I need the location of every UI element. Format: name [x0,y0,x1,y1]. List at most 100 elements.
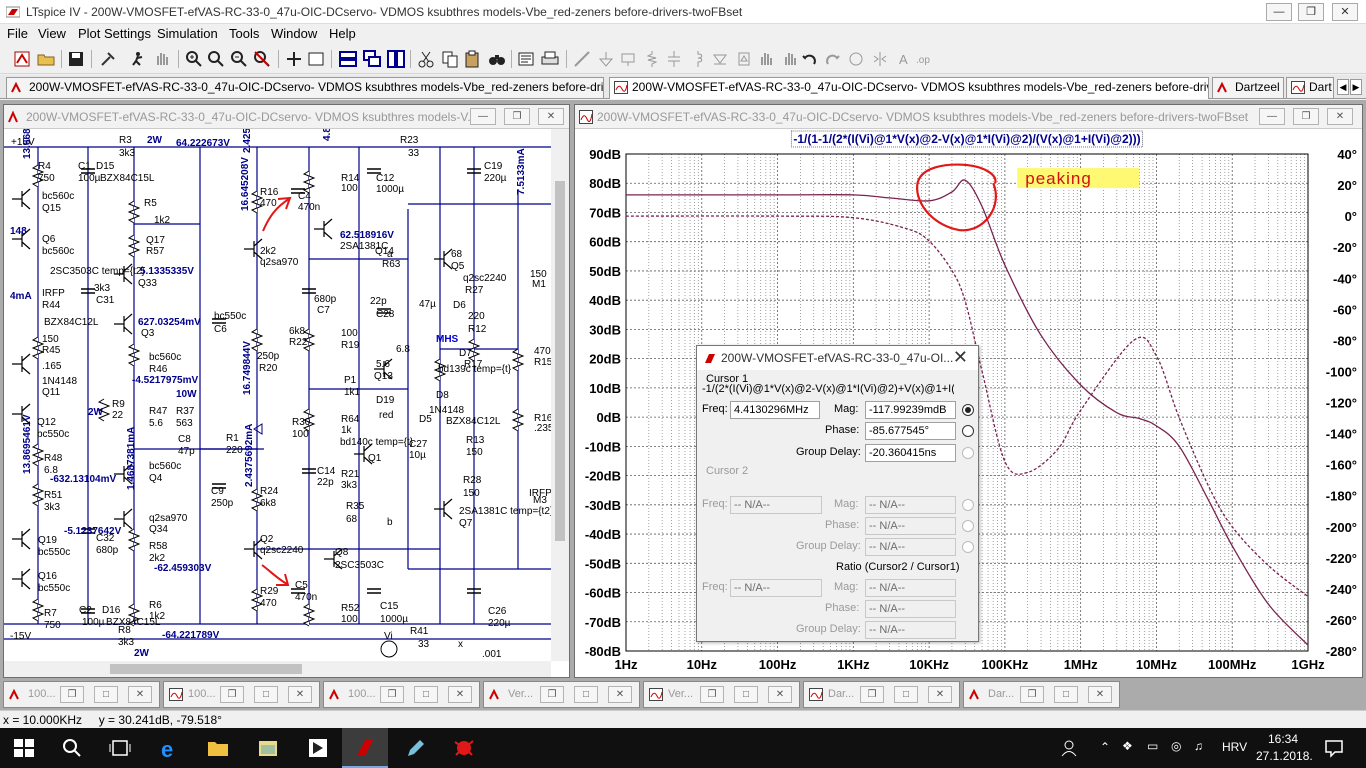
menu-help[interactable]: Help [329,26,356,41]
resistor-icon[interactable] [642,49,662,69]
tab-schematic[interactable]: 200W-VMOSFET-efVAS-RC-33-0_47u-OIC-DCser… [6,77,604,98]
cursor1-phase-field[interactable]: -85.677545° [865,422,956,440]
cursor1-mag-field[interactable]: -117.99239mdB [865,401,956,419]
schematic-canvas[interactable]: +15V R33k32W 64.222673V R2333R4750C1 D15100µ… [4,129,551,661]
halt-hand-icon[interactable] [152,49,172,69]
pan-icon[interactable] [206,49,226,69]
diode-icon[interactable] [710,49,730,69]
close-button[interactable]: ✕ [1332,3,1358,21]
tab-dart[interactable]: Dart [1286,77,1334,98]
waveform-restore-button[interactable]: ❐ [1293,108,1319,125]
people-icon[interactable] [1059,736,1083,760]
tile-horizontal-icon[interactable] [338,49,358,69]
close-button[interactable]: ✕ [768,686,792,703]
volume-icon[interactable]: ♫ [1194,739,1203,753]
minimized-window[interactable]: 100... ❐ □ ✕ [3,681,160,708]
control-panel-icon[interactable] [98,49,118,69]
restore-button[interactable]: ❐ [380,686,404,703]
tab-scroll-right-button[interactable]: ▶ [1350,79,1362,95]
maximize-button[interactable]: □ [894,686,918,703]
show-hidden-icons-icon[interactable]: ⌃ [1100,740,1110,754]
clock-time[interactable]: 16:34 [1268,732,1298,746]
rotate-icon[interactable] [846,49,866,69]
tab-plot[interactable]: 200W-VMOSFET-efVAS-RC-33-0_47u-OIC-DCser… [609,77,1209,99]
maximize-button[interactable]: □ [1054,686,1078,703]
maximize-button[interactable]: □ [414,686,438,703]
minimized-window[interactable]: 100... ❐ □ ✕ [163,681,320,708]
save-icon[interactable] [66,49,86,69]
label-net-icon[interactable] [618,49,638,69]
file-explorer-icon[interactable] [206,736,230,760]
cut-icon[interactable] [416,49,436,69]
restore-button[interactable]: ❐ [700,686,724,703]
print-icon[interactable] [540,49,560,69]
move-hand-icon[interactable] [756,49,776,69]
cascade-windows-icon[interactable] [362,49,382,69]
trace-expression[interactable]: -1/(1-1/(2*(I(Vi)@1*V(x)@2-V(x)@1*I(Vi)@… [793,132,1140,146]
menu-simulation[interactable]: Simulation [157,26,218,41]
find-icon[interactable] [487,49,507,69]
red-splash-app-icon[interactable] [452,736,476,760]
media-app-icon[interactable] [306,736,330,760]
restore-button[interactable]: ❐ [1298,3,1324,21]
inductor-icon[interactable] [688,49,708,69]
restore-button[interactable]: ❐ [60,686,84,703]
tab-scroll-left-button[interactable]: ◀ [1337,79,1349,95]
menu-file[interactable]: File [7,26,28,41]
pick-visible-traces-icon[interactable] [306,49,326,69]
capacitor-icon[interactable] [664,49,684,69]
text-icon[interactable]: A [894,49,914,69]
waveform-close-button[interactable]: ✕ [1327,108,1353,125]
taskbar-active-app[interactable] [342,728,388,768]
undo-icon[interactable] [800,49,820,69]
restore-button[interactable]: ❐ [860,686,884,703]
minimized-window[interactable]: Dar... ❐ □ ✕ [803,681,960,708]
close-button[interactable]: ✕ [448,686,472,703]
battery-icon[interactable]: ▭ [1147,739,1158,753]
menu-tools[interactable]: Tools [229,26,259,41]
schematic-horizontal-scrollbar[interactable] [4,661,551,677]
maximize-button[interactable]: □ [254,686,278,703]
action-center-icon[interactable] [1322,736,1346,760]
task-view-icon[interactable] [108,736,132,760]
search-icon[interactable] [60,736,84,760]
cursor-dialog-close-button[interactable]: ✕ [953,347,968,368]
restore-button[interactable]: ❐ [1020,686,1044,703]
spice-directive-icon[interactable]: .op [914,49,934,69]
minimized-window[interactable]: Ver... ❐ □ ✕ [483,681,640,708]
copy-icon[interactable] [440,49,460,69]
cursor1-phase-radio[interactable] [962,425,974,437]
tab-dartzeel[interactable]: Dartzeel [1212,77,1284,98]
cursor1-mag-radio[interactable] [962,404,974,416]
close-button[interactable]: ✕ [288,686,312,703]
close-button[interactable]: ✕ [928,686,952,703]
cursor1-group-delay-field[interactable]: -20.360415ns [865,444,956,462]
menu-plot-settings[interactable]: Plot Settings [78,26,151,41]
folder-app-icon[interactable] [256,736,280,760]
cursor1-group-delay-radio[interactable] [962,447,974,459]
clock-date[interactable]: 27.1.2018. [1256,749,1313,763]
close-button[interactable]: ✕ [608,686,632,703]
redo-icon[interactable] [822,49,842,69]
input-language[interactable]: HRV [1222,740,1247,754]
schematic-minimize-button[interactable]: — [470,108,496,125]
windows-start-icon[interactable] [12,736,36,760]
schematic-close-button[interactable]: ✕ [538,108,564,125]
minimized-window[interactable]: 100... ❐ □ ✕ [323,681,480,708]
mirror-icon[interactable] [870,49,890,69]
waveform-minimize-button[interactable]: — [1259,108,1285,125]
zoom-out-icon[interactable] [229,49,249,69]
menu-window[interactable]: Window [271,26,317,41]
new-schematic-icon[interactable] [12,49,32,69]
open-folder-icon[interactable] [36,49,56,69]
zoom-in-icon[interactable] [184,49,204,69]
autorange-icon[interactable] [284,49,304,69]
scrollbar-thumb[interactable] [555,181,565,541]
close-button[interactable]: ✕ [1088,686,1112,703]
network-icon[interactable]: ◎ [1171,739,1181,753]
minimized-window[interactable]: Ver... ❐ □ ✕ [643,681,800,708]
component-icon[interactable] [734,49,754,69]
run-icon[interactable] [128,49,148,69]
schematic-vertical-scrollbar[interactable] [551,129,569,661]
maximize-button[interactable]: □ [734,686,758,703]
